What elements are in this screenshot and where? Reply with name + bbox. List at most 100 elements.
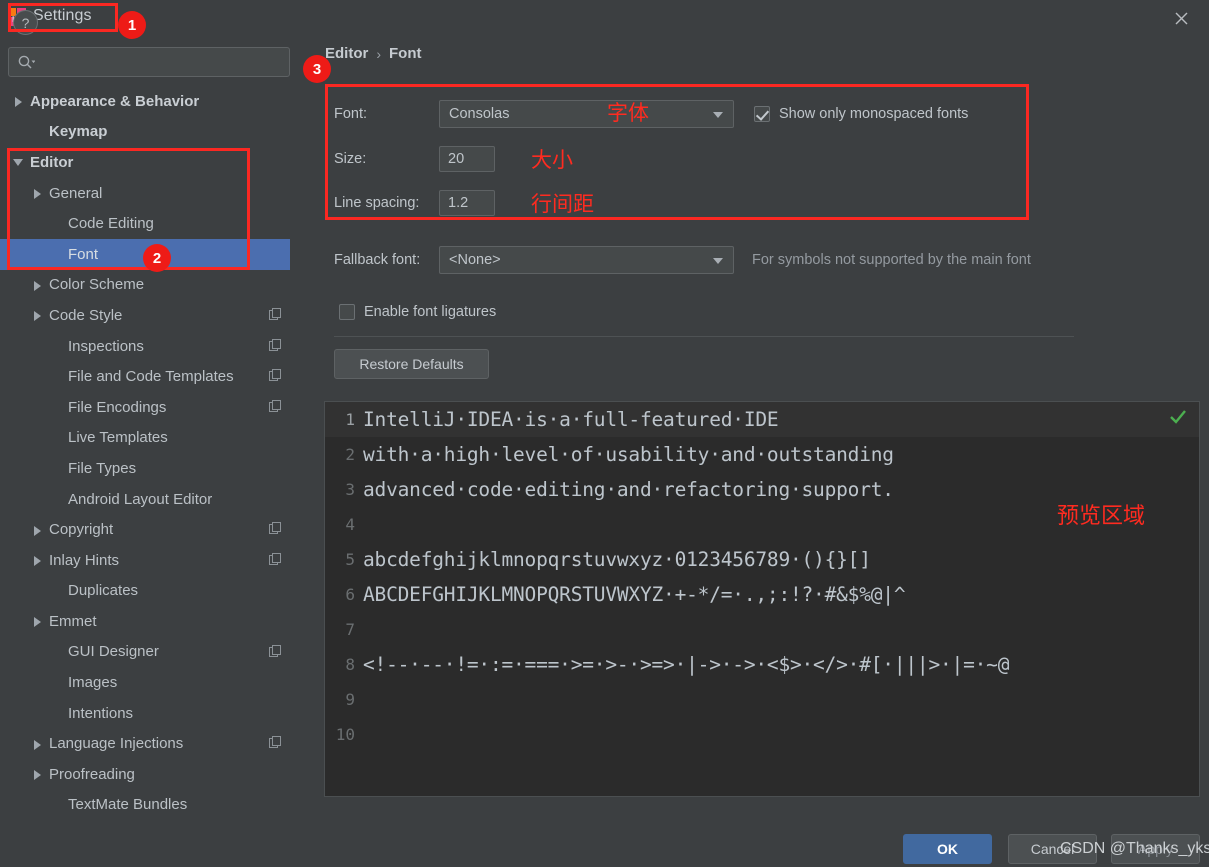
copy-settings-icon[interactable] bbox=[269, 736, 282, 749]
sidebar-item-label: Editor bbox=[30, 153, 74, 171]
line-number: 9 bbox=[345, 690, 355, 709]
chevron-right-icon[interactable] bbox=[31, 553, 45, 567]
copy-settings-icon[interactable] bbox=[269, 644, 282, 658]
chevron-down-icon[interactable] bbox=[713, 112, 723, 118]
font-combobox[interactable]: Consolas 字体 bbox=[439, 100, 734, 128]
preview-line-text: with·a·high·level·of·usability·and·outst… bbox=[363, 443, 894, 466]
breadcrumb-parent[interactable]: Editor bbox=[325, 45, 368, 62]
ligatures-checkbox[interactable] bbox=[339, 304, 355, 320]
sidebar-item-images[interactable]: Images bbox=[0, 667, 304, 698]
fallback-font-combobox[interactable]: <None> bbox=[439, 246, 734, 274]
line-spacing-label: Line spacing: bbox=[334, 195, 420, 211]
sidebar-item-font[interactable]: Font bbox=[0, 238, 304, 270]
line-number: 2 bbox=[345, 445, 355, 464]
preview-line: 9 bbox=[325, 682, 1199, 717]
sidebar-item-keymap[interactable]: Keymap bbox=[0, 117, 304, 148]
sidebar-item-inspections[interactable]: Inspections bbox=[0, 331, 304, 362]
fallback-font-value: <None> bbox=[449, 252, 501, 268]
sidebar-item-emmet[interactable]: Emmet bbox=[0, 606, 304, 637]
green-check-icon bbox=[1170, 410, 1186, 424]
sidebar-item-file-and-code-templates[interactable]: File and Code Templates bbox=[0, 361, 304, 392]
preview-line: 5 abcdefghijklmnopqrstuvwxyz·0123456789·(… bbox=[325, 542, 1199, 577]
chevron-right-icon[interactable] bbox=[31, 523, 45, 537]
sidebar-item-inlay-hints[interactable]: Inlay Hints bbox=[0, 545, 304, 576]
apply-button[interactable]: Apply bbox=[1111, 834, 1200, 864]
line-number: 6 bbox=[345, 585, 355, 604]
close-icon[interactable] bbox=[1163, 4, 1199, 32]
chevron-right-icon[interactable] bbox=[31, 308, 45, 322]
sidebar-item-copyright[interactable]: Copyright bbox=[0, 514, 304, 545]
chevron-right-icon[interactable] bbox=[31, 278, 45, 292]
copy-settings-icon[interactable] bbox=[269, 399, 282, 413]
chevron-right-icon[interactable] bbox=[31, 614, 45, 628]
fallback-font-label: Fallback font: bbox=[334, 252, 421, 268]
ok-button[interactable]: OK bbox=[903, 834, 992, 864]
font-label: Font: bbox=[334, 106, 368, 122]
settings-tree[interactable]: Appearance & Behavior Keymap Editor General… bbox=[0, 86, 304, 823]
sidebar-item-label: Emmet bbox=[49, 612, 97, 630]
sidebar-item-android-layout-editor[interactable]: Android Layout Editor bbox=[0, 484, 304, 515]
preview-line-text: ABCDEFGHIJKLMNOPQRSTUVWXYZ·+-*/=·.,;:!?·… bbox=[363, 583, 906, 606]
preview-line: 2 with·a·high·level·of·usability·and·outs… bbox=[325, 437, 1199, 472]
search-box[interactable] bbox=[8, 47, 290, 77]
copy-settings-icon[interactable] bbox=[269, 308, 282, 321]
sidebar-item-label: Inlay Hints bbox=[49, 551, 120, 569]
search-input[interactable] bbox=[39, 48, 287, 76]
copy-settings-icon[interactable] bbox=[269, 552, 282, 566]
ligatures-checkbox-row[interactable]: Enable font ligatures bbox=[339, 304, 496, 320]
help-button[interactable]: ? bbox=[13, 10, 38, 35]
line-spacing-input[interactable]: 1.2 bbox=[439, 190, 495, 216]
chevron-right-icon[interactable] bbox=[31, 186, 45, 200]
fallback-font-hint: For symbols not supported by the main fo… bbox=[752, 252, 1031, 268]
sidebar-item-language-injections[interactable]: Language Injections bbox=[0, 728, 304, 759]
sidebar-item-duplicates[interactable]: Duplicates bbox=[0, 576, 304, 607]
sidebar-scrollbar-track[interactable] bbox=[290, 86, 592, 823]
size-annotation-cjk: 大小 bbox=[531, 148, 573, 172]
ligatures-label: Enable font ligatures bbox=[364, 304, 497, 320]
line-number: 4 bbox=[345, 515, 355, 534]
sidebar-item-label: Language Injections bbox=[49, 735, 184, 753]
monospaced-checkbox[interactable] bbox=[754, 106, 770, 122]
sidebar-item-label: Code Editing bbox=[68, 215, 154, 233]
chevron-right-icon[interactable] bbox=[31, 737, 45, 751]
breadcrumb-current: Font bbox=[389, 45, 422, 62]
size-input[interactable]: 20 bbox=[439, 146, 495, 172]
sidebar-item-editor[interactable]: Editor bbox=[0, 147, 304, 178]
font-preview-area[interactable]: 1 IntelliJ·IDEA·is·a·full-featured·IDE 2 wi… bbox=[324, 401, 1200, 797]
sidebar-item-textmate-bundles[interactable]: TextMate Bundles bbox=[0, 790, 304, 821]
fallback-font-row: Fallback font: <None> For symbols not su… bbox=[334, 246, 1031, 274]
sidebar-item-label: TextMate Bundles bbox=[68, 796, 188, 814]
sidebar-item-intentions[interactable]: Intentions bbox=[0, 698, 304, 729]
copy-settings-icon[interactable] bbox=[269, 338, 282, 352]
sidebar-item-general[interactable]: General bbox=[0, 178, 304, 209]
sidebar-item-label: File Types bbox=[68, 459, 137, 477]
copy-settings-icon[interactable] bbox=[269, 369, 282, 382]
chevron-right-icon[interactable] bbox=[12, 94, 26, 108]
chevron-down-icon[interactable] bbox=[713, 258, 723, 264]
sidebar-item-proofreading[interactable]: Proofreading bbox=[0, 759, 304, 790]
sidebar-item-code-style[interactable]: Code Style bbox=[0, 300, 304, 331]
chevron-down-icon[interactable] bbox=[12, 155, 26, 169]
chevron-right-icon[interactable] bbox=[31, 767, 45, 781]
sidebar-item-file-types[interactable]: File Types bbox=[0, 453, 304, 484]
sidebar-item-file-encodings[interactable]: File Encodings bbox=[0, 392, 304, 423]
sidebar-item-gui-designer[interactable]: GUI Designer bbox=[0, 637, 304, 668]
sidebar-item-code-editing[interactable]: Code Editing bbox=[0, 208, 304, 239]
sidebar-item-appearance-behavior[interactable]: Appearance & Behavior bbox=[0, 86, 304, 117]
sidebar-item-color-scheme[interactable]: Color Scheme bbox=[0, 270, 304, 301]
preview-line-text: IntelliJ·IDEA·is·a·full-featured·IDE bbox=[363, 408, 779, 431]
copy-settings-icon[interactable] bbox=[269, 522, 282, 535]
preview-line-text: abcdefghijklmnopqrstuvwxyz·0123456789·()… bbox=[363, 548, 871, 571]
cancel-button[interactable]: Cancel bbox=[1008, 834, 1097, 864]
monospaced-checkbox-row[interactable]: Show only monospaced fonts bbox=[754, 106, 968, 122]
sidebar-item-label: Images bbox=[68, 674, 118, 692]
sidebar-item-label: Font bbox=[68, 245, 99, 263]
restore-defaults-button[interactable]: Restore Defaults bbox=[334, 349, 489, 379]
sidebar-item-live-templates[interactable]: Live Templates bbox=[0, 423, 304, 454]
